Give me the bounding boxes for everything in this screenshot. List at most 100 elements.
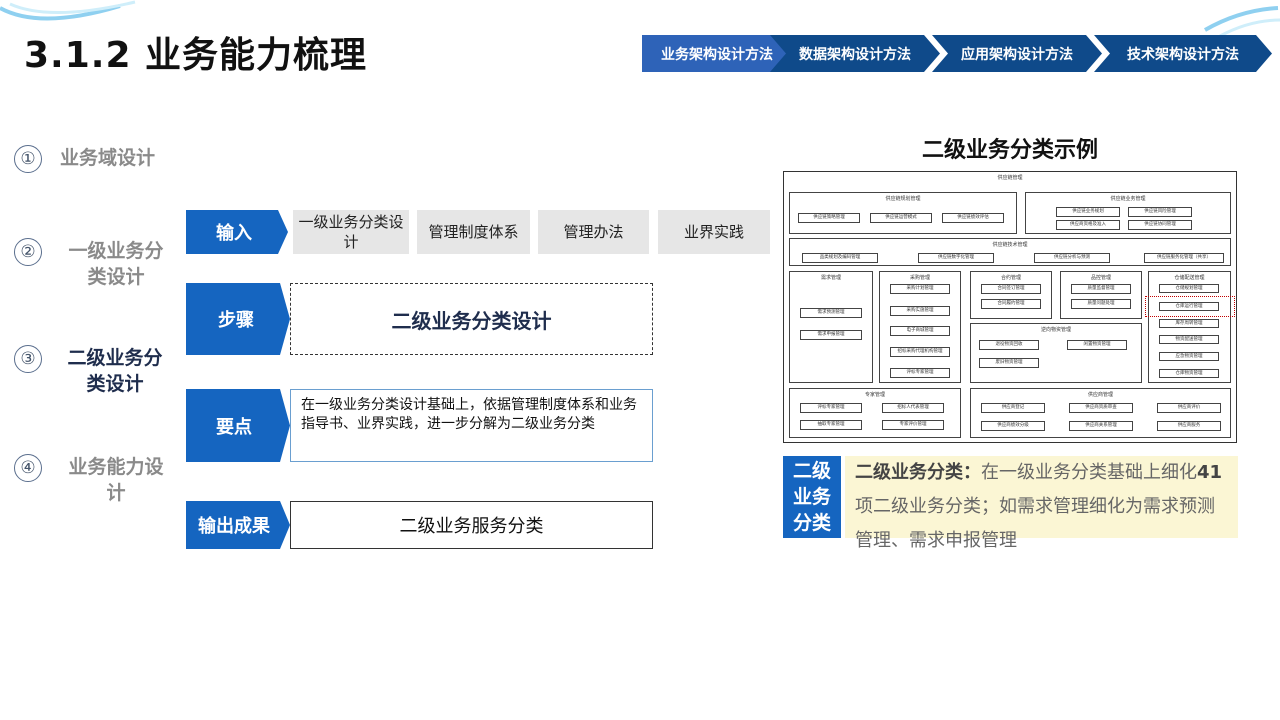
page-title: 3.1.2 业务能力梳理 [24, 35, 368, 76]
description-rest: 项二级业务分类；如需求管理细化为需求预测管理、需求申报管理 [855, 496, 1215, 551]
description-heading: 二级业务分类： [855, 462, 981, 483]
diagram-cell: 供应商服务 [1157, 421, 1221, 431]
input-item: 管理办法 [538, 210, 649, 254]
example-title: 二级业务分类示例 [921, 138, 1098, 163]
breadcrumb-label: 技术架构设计方法 [1127, 46, 1239, 63]
diagram-cell: 品类规划及编码管理 [802, 253, 878, 263]
input-item: 管理制度体系 [417, 210, 530, 254]
step-number: ④ [14, 454, 42, 482]
diagram-cell: 抽取专家管理 [800, 420, 862, 430]
diagram-cell: 供应链服务化管理（共享） [1144, 253, 1224, 263]
group-label: 合约管理 [1000, 275, 1021, 281]
diagram-group: 品控管理 质量监督管理 质量问题处理 [1060, 271, 1142, 319]
diagram-cell: 质量监督管理 [1071, 284, 1131, 294]
group-label: 供应商管理 [1087, 392, 1113, 398]
breadcrumb: 业务架构设计方法 数据架构设计方法 应用架构设计方法 技术架构设计方法 [642, 35, 1272, 72]
group-label: 采购管理 [909, 275, 930, 281]
business-classification-diagram: 供应链管理 供应链规划管理 供应链策略管理 供应链运营模式 供应链绩效评估 供应… [783, 171, 1237, 443]
step-item-2: ② 一级业务分类设计 [14, 238, 172, 290]
example-description: 二级业务分类：在一级业务分类基础上细化41 项二级业务分类；如需求管理细化为需求预… [845, 456, 1238, 551]
description-count: 41 [1197, 462, 1223, 483]
input-tag: 输入 [186, 210, 288, 254]
diagram-cell: 供应链业务规划 [1056, 207, 1120, 217]
diagram-cell: 供应商关系管理 [1069, 421, 1133, 431]
diagram-cell: 供应链风险管理 [1128, 207, 1192, 217]
diagram-cell: 退役物资回收 [979, 340, 1039, 350]
key-box: 在一级业务分类设计基础上，依据管理制度体系和业务指导书、业界实践，进一步分解为二… [290, 389, 653, 462]
key-tag-label: 要点 [216, 416, 252, 438]
diagram-group: 仓储配送管理 仓储规划管理 仓库运行管理 库存周转管理 物资配送管理 应急物资管… [1148, 271, 1231, 383]
diagram-cell: 采购计划管理 [890, 284, 950, 294]
breadcrumb-label: 数据架构设计方法 [799, 46, 911, 63]
group-label: 供应链规划管理 [885, 196, 921, 202]
diagram-group: 供应链规划管理 供应链策略管理 供应链运营模式 供应链绩效评估 [789, 192, 1017, 234]
breadcrumb-item-application[interactable]: 应用架构设计方法 [932, 35, 1102, 72]
diagram-cell: 物资配送管理 [1159, 335, 1219, 344]
corner-swoosh-decoration [1204, 6, 1280, 38]
step-number: ③ [14, 345, 42, 373]
diagram-cell: 专家评价管理 [882, 420, 944, 430]
step-item-1: ① 业务域设计 [14, 145, 170, 173]
diagram-group: 采购管理 采购计划管理 采购实施管理 电子商城管理 招标采购代理机构管理 评标专… [879, 271, 961, 383]
breadcrumb-item-technology[interactable]: 技术架构设计方法 [1094, 35, 1272, 72]
diagram-cell: 供应链运营模式 [870, 213, 932, 223]
diagram-cell: 仓库物资管理 [1159, 369, 1219, 378]
diagram-group: 逆向物资管理 退役物资回收 闲置物资管理 废旧物资管理 [970, 323, 1142, 383]
highlight-marker [1145, 296, 1235, 317]
diagram-cell: 供应商资格及准入 [1056, 220, 1120, 230]
diagram-cell: 库存周转管理 [1159, 319, 1219, 328]
diagram-cell: 供应链协同管理 [1128, 220, 1192, 230]
diagram-cell: 应急物资管理 [1159, 352, 1219, 361]
diagram-root-label: 供应链管理 [997, 175, 1023, 181]
group-label: 供应链业务管理 [1110, 196, 1146, 202]
step-tag-label: 步骤 [218, 310, 254, 331]
group-label: 品控管理 [1090, 275, 1111, 281]
diagram-cell: 供应商登记 [981, 403, 1045, 413]
input-tag-label: 输入 [216, 223, 252, 244]
step-tag: 步骤 [186, 283, 290, 355]
group-label: 供应链技术管理 [992, 242, 1028, 248]
diagram-cell: 供应链分析与预测 [1034, 253, 1110, 263]
diagram-cell: 招标人代表管理 [882, 403, 944, 413]
output-tag: 输出成果 [186, 501, 290, 549]
step-label: 一级业务分类设计 [68, 240, 164, 288]
diagram-cell: 供应商绩效分级 [981, 421, 1045, 431]
diagram-group: 合约管理 合同签订管理 合同履约管理 [970, 271, 1052, 319]
diagram-cell: 电子商城管理 [890, 326, 950, 336]
diagram-cell: 合同履约管理 [981, 299, 1041, 309]
group-label: 仓储配送管理 [1174, 275, 1205, 281]
group-label: 需求管理 [820, 275, 841, 281]
diagram-cell: 供应商资质审查 [1069, 403, 1133, 413]
example-badge: 二级业务分类 [783, 456, 841, 538]
diagram-group: 供应链技术管理 品类规划及编码管理 供应链数字化管理 供应链分析与预测 供应链服… [789, 238, 1231, 266]
diagram-group: 供应链业务管理 供应链业务规划 供应链风险管理 供应商资格及准入 供应链协同管理 [1025, 192, 1231, 234]
diagram-cell: 采购实施管理 [890, 306, 950, 316]
diagram-group: 需求管理 需求预测管理 需求申报管理 [789, 271, 873, 383]
diagram-cell: 评标专家管理 [800, 403, 862, 413]
diagram-cell: 供应商评价 [1157, 403, 1221, 413]
diagram-cell: 评标专家管理 [890, 368, 950, 378]
step-item-3: ③ 二级业务分类设计 [14, 345, 170, 397]
output-box: 二级业务服务分类 [290, 501, 653, 549]
breadcrumb-item-data[interactable]: 数据架构设计方法 [770, 35, 940, 72]
step-label-active: 二级业务分类设计 [67, 347, 163, 395]
group-label: 专家管理 [864, 392, 885, 398]
diagram-cell: 仓储规划管理 [1159, 284, 1219, 293]
diagram-cell: 闲置物资管理 [1067, 340, 1127, 350]
step-number: ① [14, 145, 42, 173]
description-text: 在一级业务分类基础上细化 [981, 462, 1197, 483]
input-item: 一级业务分类设计 [293, 210, 409, 254]
step-label: 业务能力设计 [68, 456, 164, 504]
group-label: 逆向物资管理 [1040, 327, 1071, 333]
step-box: 二级业务分类设计 [290, 283, 653, 355]
diagram-group: 专家管理 评标专家管理 招标人代表管理 抽取专家管理 专家评价管理 [789, 388, 961, 438]
diagram-cell: 供应链绩效评估 [942, 213, 1004, 223]
step-item-4: ④ 业务能力设计 [14, 454, 172, 506]
diagram-cell: 合同签订管理 [981, 284, 1041, 294]
diagram-cell: 需求预测管理 [800, 308, 862, 318]
step-label: 业务域设计 [60, 147, 156, 169]
diagram-cell: 废旧物资管理 [979, 358, 1039, 368]
step-number: ② [14, 238, 42, 266]
output-tag-label: 输出成果 [198, 516, 270, 537]
input-item: 业界实践 [658, 210, 770, 254]
